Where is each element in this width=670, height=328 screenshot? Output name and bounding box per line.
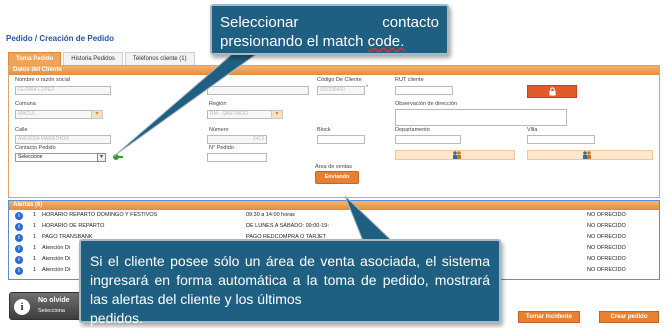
callout-text: Seleccionar [220, 14, 299, 31]
callout-line: Seleccionar contacto [220, 13, 439, 32]
screen: Pedido / Creación de Pedido Toma Pedido … [0, 0, 670, 328]
callout-text: pedidos. [90, 310, 143, 326]
callout-pointer-top [113, 49, 264, 157]
callout-line: presionando el match code. [220, 32, 439, 51]
callout-text: presionando el match [220, 33, 364, 50]
callout-pointer-bottom [344, 195, 394, 242]
callout-text: Si el cliente posee sólo un área de vent… [90, 253, 490, 307]
callout-text: contacto [382, 14, 439, 31]
callout-area-ventas: Si el cliente posee sólo un área de vent… [79, 239, 501, 326]
callout-text: code. [367, 33, 405, 50]
callout-select-contact: Seleccionar contacto presionando el matc… [210, 4, 449, 55]
